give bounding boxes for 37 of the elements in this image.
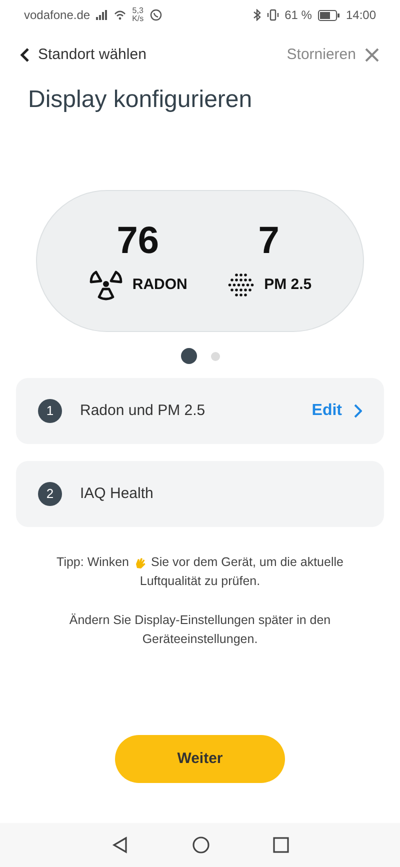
back-icon	[20, 47, 30, 63]
tip-text: Tipp: Winken	[56, 554, 130, 571]
waving-hand-icon	[133, 556, 148, 570]
reading-value: 76	[116, 219, 159, 263]
tip-text: Luftqualität zu prüfen.	[140, 573, 260, 590]
info-text: Ändern Sie Display-Einstellungen später in den Geräteeinstellungen.	[68, 612, 332, 648]
speed-unit: K/s	[132, 15, 144, 23]
option-label: Radon und PM 2.5	[80, 400, 206, 421]
vibrate-icon	[266, 9, 279, 21]
speed-value: 5,3	[132, 7, 144, 15]
reading-label: RADON	[132, 274, 188, 295]
layout-option[interactable]: 2 IAQ Health	[16, 461, 384, 527]
particles-icon	[226, 272, 256, 298]
step-number: 1	[38, 399, 62, 423]
close-icon	[364, 47, 380, 63]
battery-icon	[318, 10, 340, 20]
recents-nav-icon[interactable]	[272, 837, 289, 853]
chevron-icon	[354, 404, 362, 418]
back-button[interactable]: Standort wählen	[20, 44, 146, 66]
home-nav-icon[interactable]	[192, 836, 210, 854]
chat-icon	[150, 9, 162, 21]
reading-label: PM 2.5	[264, 274, 312, 295]
option-label: IAQ Health	[80, 484, 154, 504]
step-number: 2	[38, 482, 62, 506]
cancel-button[interactable]: Stornieren	[286, 44, 380, 66]
clock-time: 14:00	[346, 7, 376, 24]
continue-button[interactable]: Weiter	[115, 735, 285, 783]
carrier-name: vodafone.de	[24, 7, 90, 24]
page-title: Display konfigurieren	[27, 85, 254, 115]
tip-text: Sie vor dem Gerät, um die aktuelle	[151, 554, 344, 571]
reading-value: 7	[258, 219, 280, 263]
signal-icon	[96, 10, 108, 20]
wifi-icon	[114, 10, 126, 20]
back-nav-icon[interactable]	[111, 836, 130, 854]
bluetooth-icon	[252, 9, 261, 21]
layout-option[interactable]: 1 Radon und PM 2.5 Edit	[16, 378, 384, 444]
battery-percent: 61 %	[284, 7, 312, 24]
